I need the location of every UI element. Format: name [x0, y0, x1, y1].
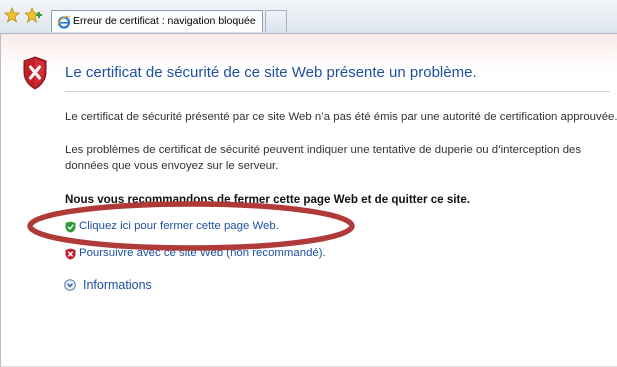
- risk-explanation-line2: données que vous envoyez sur le serveur.: [65, 160, 279, 172]
- close-page-action: Cliquez ici pour fermer cette page Web.: [65, 220, 279, 233]
- green-shield-icon: [65, 221, 76, 233]
- more-information-toggle[interactable]: Informations: [64, 278, 152, 292]
- add-favorites-icon[interactable]: [25, 7, 43, 23]
- favorites-star-icon[interactable]: [4, 7, 20, 23]
- more-information-link[interactable]: Informations: [83, 278, 152, 292]
- close-page-link[interactable]: Cliquez ici pour fermer cette page Web.: [79, 220, 279, 232]
- title-divider: [65, 91, 610, 92]
- risk-explanation-line1: Les problèmes de certificat de sécurité …: [65, 144, 582, 156]
- chevron-down-icon: [64, 279, 76, 291]
- red-shield-icon: [65, 248, 76, 260]
- browser-tab-bar: Erreur de certificat : navigation bloqué…: [0, 0, 617, 34]
- new-tab-button[interactable]: [265, 10, 287, 32]
- recommendation-text: Nous vous recommandons de fermer cette p…: [65, 193, 471, 206]
- tab-certificate-error[interactable]: Erreur de certificat : navigation bloqué…: [51, 10, 263, 32]
- continue-action: Poursuivre avec ce site Web (non recomma…: [65, 247, 326, 260]
- ie-icon: [57, 15, 71, 29]
- error-shield-icon: [23, 56, 47, 90]
- page-title: Le certificat de sécurité de ce site Web…: [65, 64, 477, 81]
- certificate-explanation: Le certificat de sécurité présenté par c…: [65, 111, 617, 123]
- certificate-error-page: Le certificat de sécurité de ce site Web…: [0, 34, 617, 367]
- continue-to-website-link[interactable]: Poursuivre avec ce site Web (non recomma…: [79, 247, 326, 259]
- tab-title: Erreur de certificat : navigation bloqué…: [73, 15, 256, 27]
